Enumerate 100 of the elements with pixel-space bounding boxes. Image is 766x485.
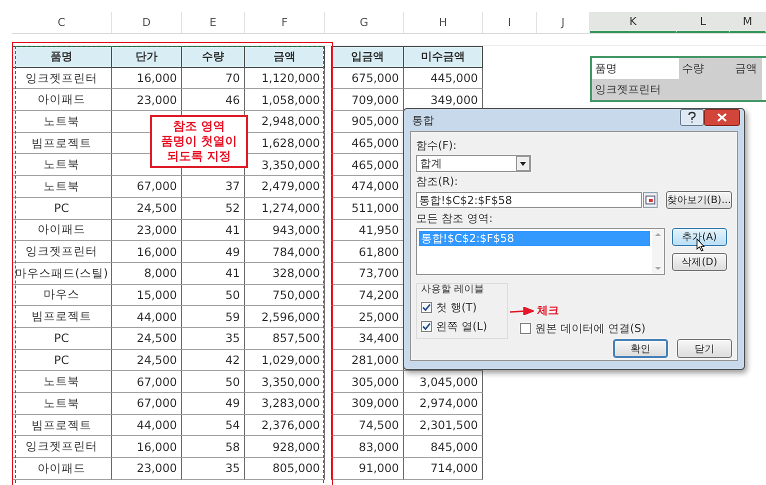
table-cell: 41 xyxy=(182,220,245,242)
table-cell: 2,974,000 xyxy=(404,393,483,415)
table-cell: 노트북 xyxy=(12,371,112,393)
table-cell: 750,000 xyxy=(245,284,325,306)
table-cell: 24,500 xyxy=(112,328,182,350)
table-cell: 16,000 xyxy=(112,436,182,458)
table-cell: 35 xyxy=(182,328,245,350)
table-cell: 아이패드 xyxy=(12,220,112,242)
delete-button[interactable]: 삭제(D) xyxy=(672,253,727,271)
table-cell: 928,000 xyxy=(245,436,325,458)
table-cell: 41 xyxy=(182,262,245,285)
header-cell: 금액 xyxy=(245,46,325,68)
table-cell: PC xyxy=(12,328,112,350)
table-cell: 49 xyxy=(182,393,245,415)
table-cell: 잉크젯프린터 xyxy=(12,68,112,90)
table-cell: 67,000 xyxy=(112,393,182,415)
table-cell: 노트북 xyxy=(12,176,112,198)
add-button[interactable]: 추가(A) xyxy=(672,228,727,246)
column-header[interactable]: G xyxy=(325,12,404,33)
table-cell: 23,000 xyxy=(112,89,182,112)
checkbox-label[interactable]: 첫 행(T) xyxy=(436,300,477,315)
column-header[interactable]: C xyxy=(12,12,112,33)
table-cell: 67,000 xyxy=(112,371,182,393)
table-cell: 91,000 xyxy=(331,458,404,480)
column-header[interactable]: K xyxy=(590,12,677,33)
header-cell: 미수금액 xyxy=(404,46,483,68)
table-cell: 46 xyxy=(182,89,245,112)
table-cell: 3,045,000 xyxy=(404,371,483,393)
table-cell: 67,000 xyxy=(112,176,182,198)
table-cell: 8,000 xyxy=(112,262,182,285)
table-cell: 1,058,000 xyxy=(245,89,325,112)
header-cell: 입금액 xyxy=(331,46,404,68)
table-cell: 49 xyxy=(182,241,245,263)
column-header[interactable]: L xyxy=(677,12,730,33)
table-cell: 3,350,000 xyxy=(245,371,325,393)
table-cell: 35 xyxy=(182,458,245,480)
table-cell: 37 xyxy=(182,176,245,198)
header-cell: 품명 xyxy=(12,46,112,68)
table-cell: 3,283,000 xyxy=(245,393,325,415)
close-button[interactable]: 닫기 xyxy=(677,339,732,358)
browse-button[interactable]: 찾아보기(B)... xyxy=(666,191,732,209)
table-cell: 805,000 xyxy=(245,458,325,480)
table-cell: 74,500 xyxy=(331,414,404,436)
table-cell: 2,479,000 xyxy=(245,176,325,198)
table-cell: 675,000 xyxy=(331,68,404,90)
column-header[interactable]: E xyxy=(182,12,245,33)
column-header[interactable]: D xyxy=(112,12,182,33)
table-cell: 845,000 xyxy=(404,436,483,458)
column-header[interactable]: M xyxy=(730,12,766,33)
table-cell: 빔프로젝트 xyxy=(12,132,112,154)
table-cell: 15,000 xyxy=(112,284,182,306)
ok-button[interactable]: 확인 xyxy=(613,339,668,358)
table-cell: 44,000 xyxy=(112,414,182,436)
header-cell: 단가 xyxy=(112,46,182,68)
table-cell: 1,274,000 xyxy=(245,198,325,220)
table-cell: 857,500 xyxy=(245,328,325,350)
table-cell: 23,000 xyxy=(112,458,182,480)
reference-field[interactable]: 통합!$C$2:$F$58 xyxy=(416,192,642,208)
table-cell: 빔프로젝트 xyxy=(12,306,112,328)
table-cell: 784,000 xyxy=(245,241,325,263)
table-cell: 309,000 xyxy=(331,393,404,415)
table-cell: 59 xyxy=(182,306,245,328)
table-cell: 노트북 xyxy=(12,111,112,133)
table-cell: 305,000 xyxy=(331,371,404,393)
table-cell: PC xyxy=(12,350,112,372)
function-label: 함수(F): xyxy=(416,138,457,153)
table-cell: 83,000 xyxy=(331,436,404,458)
table-cell: 58 xyxy=(182,436,245,458)
column-header[interactable]: I xyxy=(483,12,537,33)
column-header[interactable]: F xyxy=(245,12,325,33)
table-cell: 금액 xyxy=(732,58,762,79)
table-cell: 709,000 xyxy=(331,89,404,112)
column-header[interactable]: H xyxy=(404,12,483,33)
table-cell: 50 xyxy=(182,284,245,306)
table-cell: 2,596,000 xyxy=(245,306,325,328)
table-cell: 수량 xyxy=(679,58,732,79)
all-references-label: 모든 참조 영역: xyxy=(416,211,493,226)
table-cell: 빔프로젝트 xyxy=(12,414,112,436)
checkbox-label[interactable]: 원본 데이터에 연결(S) xyxy=(535,321,646,336)
function-dropdown[interactable]: 합계 xyxy=(416,155,531,172)
table-cell: 노트북 xyxy=(12,154,112,176)
table-cell: 아이패드 xyxy=(12,458,112,480)
table-cell: 44,000 xyxy=(112,306,182,328)
table-cell: 50 xyxy=(182,371,245,393)
table-cell: 아이패드 xyxy=(12,89,112,112)
table-cell: 54 xyxy=(182,414,245,436)
dialog-title: 통합 xyxy=(412,112,434,128)
table-cell: 잉크젯프린터 xyxy=(12,241,112,263)
table-cell: 328,000 xyxy=(245,262,325,285)
annotation-note: 체크 xyxy=(537,303,559,318)
table-cell: 1,029,000 xyxy=(245,350,325,372)
table-cell: 70 xyxy=(182,68,245,90)
reference-label: 참조(R): xyxy=(416,174,458,189)
table-cell: 마우스 xyxy=(12,284,112,306)
table-cell: 2,376,000 xyxy=(245,414,325,436)
table-cell: 16,000 xyxy=(112,68,182,90)
header-cell: 수량 xyxy=(182,46,245,68)
checkbox-label[interactable]: 왼쪽 열(L) xyxy=(436,319,488,334)
table-cell: PC xyxy=(12,198,112,220)
table-cell: 노트북 xyxy=(12,393,112,415)
